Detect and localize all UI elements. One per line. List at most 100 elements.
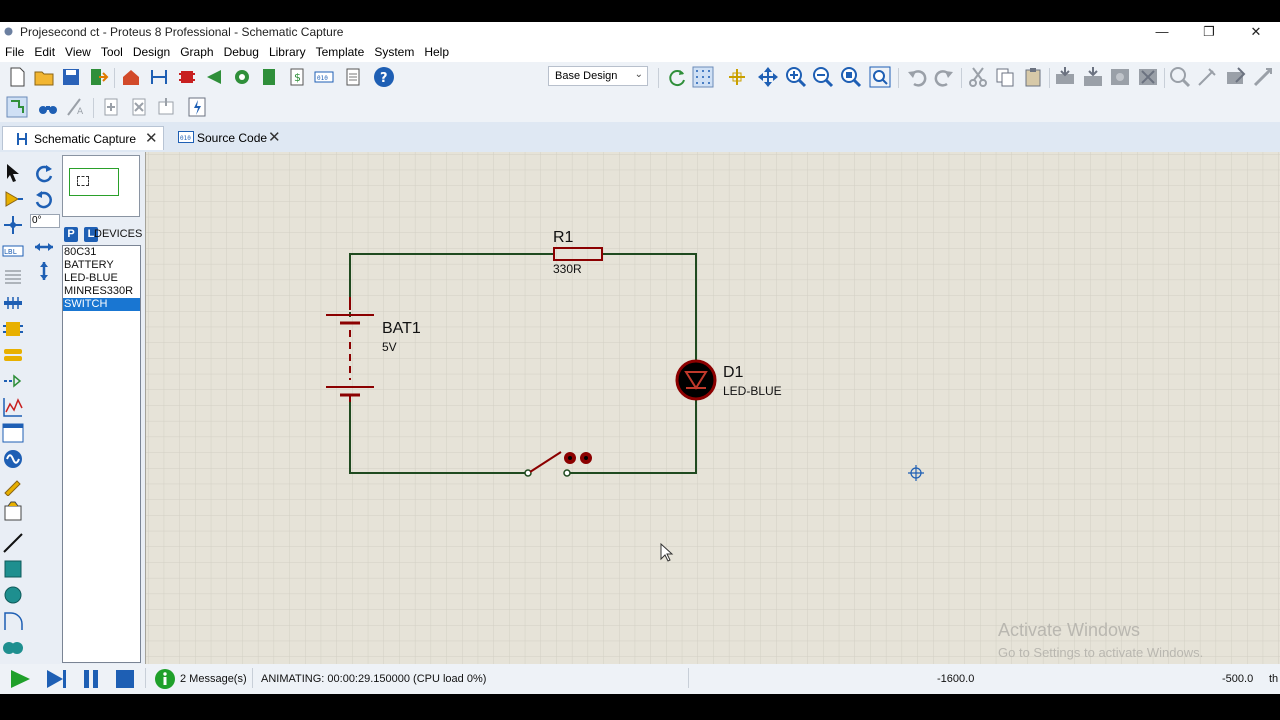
rotation-angle-input[interactable]: 0° <box>30 214 60 228</box>
wire-autorouter-icon[interactable] <box>6 96 28 118</box>
block-delete-icon[interactable] <box>1137 66 1159 88</box>
new-file-icon[interactable] <box>6 66 28 88</box>
new-sheet-icon[interactable] <box>100 96 122 118</box>
voltage-probe-icon[interactable] <box>2 474 24 496</box>
redo-icon[interactable] <box>933 66 955 88</box>
3d-view-icon[interactable] <box>204 66 226 88</box>
circle-tool-icon[interactable] <box>2 584 24 606</box>
menu-tool[interactable]: Tool <box>96 42 128 59</box>
refresh-icon[interactable] <box>666 66 688 88</box>
import-icon[interactable] <box>87 66 109 88</box>
list-item[interactable]: BATTERY <box>63 259 140 272</box>
menu-library[interactable]: Library <box>264 42 311 59</box>
origin-icon[interactable] <box>726 66 748 88</box>
menu-view[interactable]: View <box>60 42 96 59</box>
overview-viewport[interactable] <box>77 176 89 186</box>
menu-graph[interactable]: Graph <box>175 42 218 59</box>
component-mode-icon[interactable] <box>2 188 24 210</box>
play-icon[interactable] <box>8 668 32 690</box>
subcircuit-icon[interactable] <box>2 318 24 340</box>
save-icon[interactable] <box>60 66 82 88</box>
path-tool-icon[interactable] <box>2 636 24 658</box>
list-item[interactable]: MINRES330R <box>63 285 140 298</box>
remove-sheet-icon[interactable] <box>128 96 150 118</box>
menu-template[interactable]: Template <box>311 42 370 59</box>
menu-help[interactable]: Help <box>419 42 454 59</box>
zoom-all-icon[interactable] <box>840 66 862 88</box>
search-binoculars-icon[interactable] <box>37 96 59 118</box>
paste-icon[interactable] <box>1022 66 1044 88</box>
minimize-button[interactable]: — <box>1139 22 1185 42</box>
decompose-icon[interactable] <box>1252 66 1274 88</box>
rotate-anticlockwise-icon[interactable] <box>33 188 55 210</box>
device-pins-icon[interactable] <box>2 370 24 392</box>
terminals-icon[interactable] <box>2 344 24 366</box>
menu-system[interactable]: System <box>369 42 419 59</box>
schematic-icon[interactable] <box>148 66 170 88</box>
menu-design[interactable]: Design <box>128 42 175 59</box>
pause-icon[interactable] <box>80 668 102 690</box>
zoom-out-icon[interactable] <box>812 66 834 88</box>
overview-window[interactable] <box>62 155 140 217</box>
stop-icon[interactable] <box>114 668 136 690</box>
grid-toggle-icon[interactable] <box>692 66 714 88</box>
design-variant-select[interactable]: Base Design ⌄ <box>548 66 648 86</box>
cut-icon[interactable] <box>967 66 989 88</box>
mirror-vertical-icon[interactable] <box>33 260 55 282</box>
tape-recorder-icon[interactable] <box>2 422 24 444</box>
rotate-clockwise-icon[interactable] <box>33 162 55 184</box>
cost-dollar-icon[interactable]: $ <box>286 66 308 88</box>
junction-dot-icon[interactable] <box>2 214 24 236</box>
info-icon[interactable] <box>154 668 176 690</box>
generator-icon[interactable] <box>2 448 24 470</box>
close-window-button[interactable]: ✕ <box>1233 22 1279 42</box>
property-assignment-icon[interactable]: A <box>65 96 87 118</box>
home-icon[interactable] <box>120 66 142 88</box>
arc-tool-icon[interactable] <box>2 610 24 632</box>
zoom-area-icon[interactable] <box>869 66 891 88</box>
package-tool-icon[interactable] <box>1224 66 1246 88</box>
schematic-canvas[interactable]: R1 330R BAT1 5V D1 LED-BLUE <box>145 152 1280 664</box>
open-folder-icon[interactable] <box>33 66 55 88</box>
help-icon[interactable]: ? <box>373 66 395 88</box>
exit-to-parent-icon[interactable] <box>155 96 177 118</box>
led-symbol[interactable] <box>675 359 717 401</box>
block-copy-icon[interactable] <box>1054 66 1076 88</box>
wire-label-icon[interactable]: LBL <box>2 240 24 262</box>
make-device-icon[interactable] <box>1196 66 1218 88</box>
zoom-in-icon[interactable] <box>785 66 807 88</box>
line-tool-icon[interactable] <box>2 532 24 554</box>
pick-from-library-button[interactable]: P <box>64 227 78 242</box>
pan-icon[interactable] <box>757 66 779 88</box>
copy-icon[interactable] <box>994 66 1016 88</box>
box-tool-icon[interactable] <box>2 558 24 580</box>
list-item-selected[interactable]: SWITCH <box>63 298 140 311</box>
bus-icon[interactable] <box>2 292 24 314</box>
tab-schematic-capture[interactable]: Schematic Capture ✕ <box>2 126 164 150</box>
tab-source-code[interactable]: 010 Source Code ✕ <box>172 126 288 150</box>
bom-icon[interactable] <box>258 66 280 88</box>
block-rotate-icon[interactable] <box>1109 66 1131 88</box>
electrical-rules-check-icon[interactable] <box>186 96 208 118</box>
list-item[interactable]: 80C31 <box>63 246 140 259</box>
menu-edit[interactable]: Edit <box>29 42 60 59</box>
menu-debug[interactable]: Debug <box>219 42 264 59</box>
block-move-icon[interactable] <box>1082 66 1104 88</box>
restore-button[interactable]: ❐ <box>1186 22 1232 42</box>
text-script-icon[interactable] <box>2 266 24 288</box>
pcb-chip-icon[interactable] <box>176 66 198 88</box>
undo-icon[interactable] <box>906 66 928 88</box>
list-item[interactable]: LED-BLUE <box>63 272 140 285</box>
selection-mode-icon[interactable] <box>2 162 24 184</box>
close-tab-icon[interactable]: ✕ <box>268 128 281 146</box>
step-icon[interactable] <box>44 668 68 690</box>
mirror-horizontal-icon[interactable] <box>33 236 55 258</box>
source-code-icon[interactable]: 010 <box>313 66 335 88</box>
menu-file[interactable]: File <box>0 42 29 59</box>
virtual-instruments-icon[interactable] <box>2 500 24 522</box>
gerber-icon[interactable] <box>231 66 253 88</box>
pick-device-icon[interactable] <box>1169 66 1191 88</box>
close-tab-icon[interactable]: ✕ <box>145 129 158 147</box>
graph-mode-icon[interactable] <box>2 396 24 418</box>
messages-count[interactable]: 2 Message(s) <box>180 673 247 685</box>
